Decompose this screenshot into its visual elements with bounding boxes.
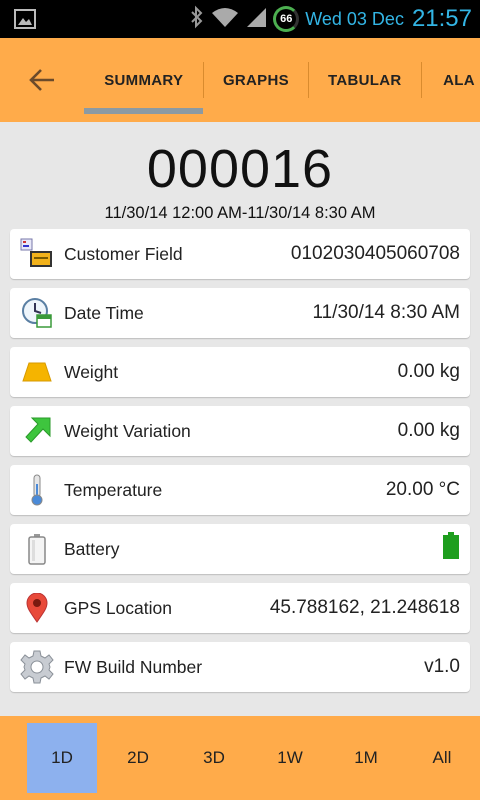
row-label: Customer Field: [64, 243, 183, 264]
row-label: Date Time: [64, 302, 144, 323]
row-label: Temperature: [64, 479, 163, 500]
row-value: 45.788162, 21.248618: [269, 597, 460, 618]
row-battery[interactable]: Battery: [10, 524, 470, 574]
tab-tabular[interactable]: TABULAR: [308, 38, 421, 122]
row-temperature[interactable]: Temperature 20.00 °C: [10, 465, 470, 515]
row-customer-field[interactable]: Customer Field 0102030405060708: [10, 229, 470, 279]
row-value: v1.0: [424, 656, 460, 677]
row-label: Weight Variation: [64, 420, 191, 441]
row-date-time[interactable]: Date Time 11/30/14 8:30 AM: [10, 288, 470, 338]
period-1w[interactable]: 1W: [252, 716, 328, 800]
back-button[interactable]: [22, 60, 62, 100]
period-all[interactable]: All: [404, 716, 480, 800]
row-weight-variation[interactable]: Weight Variation 0.00 kg: [10, 406, 470, 456]
thermometer-icon: [10, 465, 64, 515]
gear-icon: [10, 642, 64, 692]
battery-icon: [10, 524, 64, 574]
image-notification-icon: [14, 9, 36, 29]
row-label: Battery: [64, 538, 120, 559]
row-fw-build-number[interactable]: FW Build Number v1.0: [10, 642, 470, 692]
tab-graphs[interactable]: GRAPHS: [203, 38, 308, 122]
arrow-left-icon: [29, 69, 54, 91]
period-selector: 1D 2D 3D 1W 1M All: [0, 716, 480, 800]
row-label: GPS Location: [64, 597, 172, 618]
customer-field-icon: [10, 229, 64, 279]
row-value: 0102030405060708: [290, 243, 460, 264]
period-1d[interactable]: 1D: [24, 716, 100, 800]
row-gps-location[interactable]: GPS Location 45.788162, 21.248618: [10, 583, 470, 633]
status-date: Wed 03 Dec: [305, 8, 404, 29]
arrow-up-right-icon: [10, 406, 64, 456]
battery-status-icon: 66: [273, 6, 300, 32]
row-value: 20.00 °C: [385, 479, 460, 500]
row-weight[interactable]: Weight 0.00 kg: [10, 347, 470, 397]
action-bar: SUMMARY GRAPHS TABULAR ALA: [0, 38, 480, 122]
date-range: 11/30/14 12:00 AM-11/30/14 8:30 AM: [104, 204, 376, 222]
row-label: FW Build Number: [64, 656, 203, 677]
tab-alarms[interactable]: ALA: [421, 38, 480, 122]
bluetooth-icon: [189, 5, 205, 34]
row-label: Weight: [64, 361, 119, 382]
status-time: 21:57: [411, 5, 472, 32]
row-value: 11/30/14 8:30 AM: [312, 302, 460, 323]
device-id: 000016: [146, 139, 334, 199]
map-pin-icon: [10, 583, 64, 633]
period-2d[interactable]: 2D: [100, 716, 176, 800]
row-value: 0.00 kg: [397, 420, 460, 441]
clock-calendar-icon: [10, 288, 64, 338]
signal-icon: [245, 6, 267, 33]
row-value: 0.00 kg: [397, 361, 460, 382]
tab-summary[interactable]: SUMMARY: [84, 38, 204, 122]
period-1m[interactable]: 1M: [328, 716, 404, 800]
wifi-icon: [211, 6, 239, 33]
weight-icon: [10, 347, 64, 397]
battery-level-indicator: [442, 532, 470, 566]
tab-bar: SUMMARY GRAPHS TABULAR ALA: [84, 38, 480, 122]
status-bar: 66 Wed 03 Dec 21:57: [0, 0, 480, 38]
period-3d[interactable]: 3D: [176, 716, 252, 800]
